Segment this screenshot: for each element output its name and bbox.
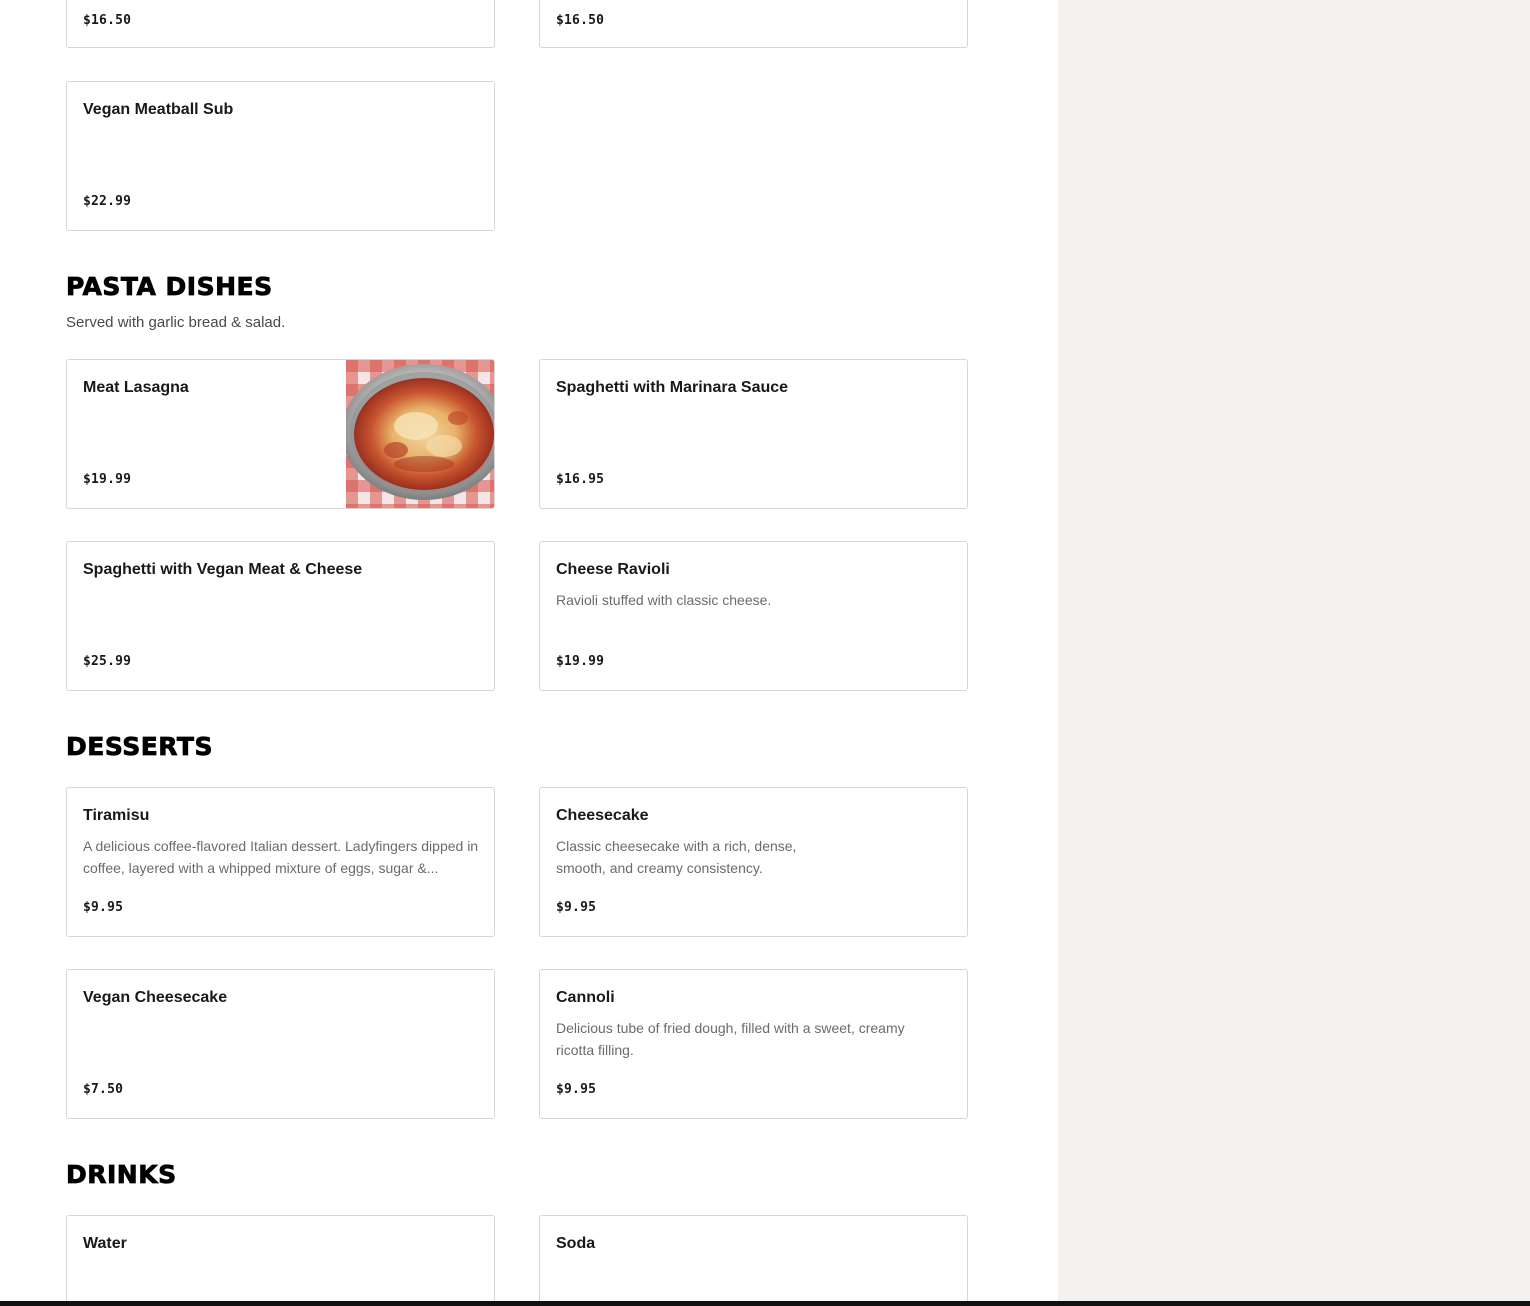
item-price: $22.99	[83, 194, 132, 209]
item-name: Soda	[556, 1235, 596, 1252]
item-name: Vegan Cheesecake	[83, 989, 228, 1006]
item-name: Tiramisu	[83, 807, 150, 824]
item-price: $9.95	[556, 1082, 597, 1097]
item-name: Cheese Ravioli	[556, 561, 670, 578]
item-description: Delicious tube of fried dough, filled wi…	[556, 1020, 905, 1058]
menu-item-card[interactable]: $16.50	[539, 0, 968, 48]
item-name: Water	[83, 1235, 127, 1252]
item-price: $25.99	[83, 654, 132, 669]
menu-item-card[interactable]: Water	[66, 1215, 495, 1306]
item-name: Vegan Meatball Sub	[83, 101, 234, 118]
item-name: Meat Lasagna	[83, 379, 189, 396]
menu-item-card[interactable]: Soda	[539, 1215, 968, 1306]
item-name: Spaghetti with Vegan Meat & Cheese	[83, 561, 363, 578]
item-description: A delicious coffee-flavored Italian dess…	[83, 838, 479, 876]
menu-item-card[interactable]: Spaghetti with Marinara Sauce $16.95	[539, 359, 968, 509]
item-name: Cannoli	[556, 989, 615, 1006]
item-price: $16.95	[556, 472, 605, 487]
item-price: $19.99	[83, 472, 132, 487]
item-description: Ravioli stuffed with classic cheese.	[556, 592, 772, 608]
bottom-bar	[0, 1301, 1530, 1306]
menu-item-card[interactable]: Meat Lasagna $19.99	[66, 359, 495, 509]
item-description: Classic cheesecake with a rich, dense, s…	[556, 838, 797, 876]
section-title-drinks: DRINKS	[66, 1160, 177, 1190]
section-subtitle-pasta: Served with garlic bread & salad.	[66, 314, 286, 331]
item-name: Spaghetti with Marinara Sauce	[556, 379, 789, 396]
item-price: $9.95	[83, 900, 124, 915]
menu-content: $16.50 $16.50 Vegan Meatball Sub $22.99 …	[0, 0, 1058, 1306]
menu-item-card[interactable]: Cheese Ravioli Ravioli stuffed with clas…	[539, 541, 968, 691]
section-title-pasta: PASTA DISHES	[66, 272, 273, 302]
menu-item-card[interactable]: Vegan Cheesecake $7.50	[66, 969, 495, 1119]
item-price: $16.50	[556, 13, 605, 28]
menu-item-card[interactable]: Vegan Meatball Sub $22.99	[66, 81, 495, 231]
menu-item-card[interactable]: Cheesecake Classic cheesecake with a ric…	[539, 787, 968, 937]
item-price: $16.50	[83, 13, 132, 28]
item-price: $9.95	[556, 900, 597, 915]
menu-item-card[interactable]: Spaghetti with Vegan Meat & Cheese $25.9…	[66, 541, 495, 691]
menu-item-card[interactable]: Tiramisu A delicious coffee-flavored Ita…	[66, 787, 495, 937]
item-name: Cheesecake	[556, 807, 649, 824]
item-price: $19.99	[556, 654, 605, 669]
side-panel	[1058, 0, 1530, 1306]
lasagna-photo	[346, 360, 494, 508]
lasagna-image	[346, 360, 494, 508]
item-price: $7.50	[83, 1082, 124, 1097]
menu-item-card[interactable]: $16.50	[66, 0, 495, 48]
menu-item-card[interactable]: Cannoli Delicious tube of fried dough, f…	[539, 969, 968, 1119]
section-title-desserts: DESSERTS	[66, 732, 213, 762]
